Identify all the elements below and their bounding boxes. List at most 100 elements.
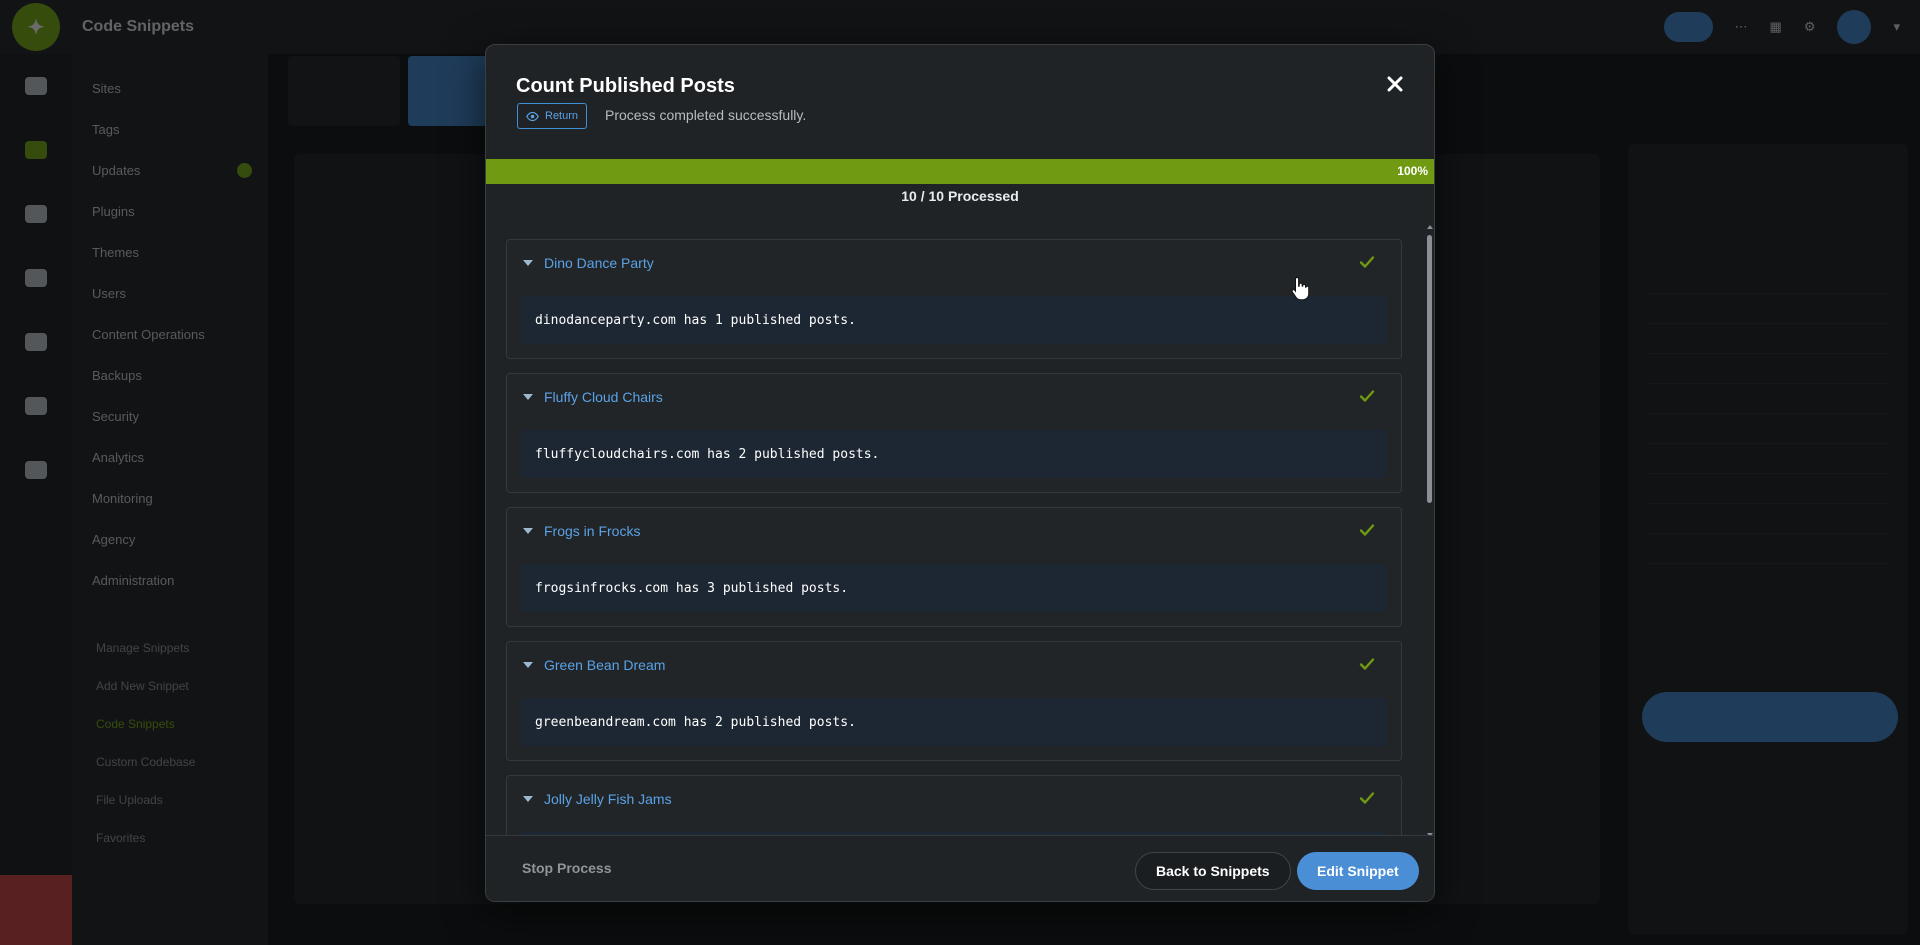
site-row bbox=[1648, 324, 1888, 354]
top-menu-item: ⋯ bbox=[1734, 19, 1748, 34]
modal-header: Count Published Posts Return Process com… bbox=[486, 45, 1434, 159]
subnav-sub-item: Add New Snippet bbox=[96, 679, 189, 693]
result-header[interactable]: Dino Dance Party bbox=[507, 240, 1401, 286]
result-item: Frogs in Frocks frogsinfrocks.com has 3 … bbox=[506, 507, 1402, 627]
results-list[interactable]: Dino Dance Party dinodanceparty.com has … bbox=[506, 239, 1402, 837]
subnav-item: Content Operations bbox=[92, 327, 205, 342]
app-logo: ✦ bbox=[12, 3, 60, 51]
return-button[interactable]: Return bbox=[517, 103, 588, 129]
run-snippet-button bbox=[1642, 692, 1898, 742]
check-icon bbox=[1359, 524, 1375, 536]
caret-down-icon bbox=[523, 260, 533, 266]
caret-down-icon bbox=[523, 528, 533, 534]
subnav-item: Themes bbox=[92, 245, 139, 260]
rail-icon bbox=[25, 141, 47, 159]
top-pill-button bbox=[1663, 12, 1713, 42]
eye-icon bbox=[526, 111, 539, 121]
rail-item bbox=[0, 246, 72, 310]
result-header[interactable]: Green Bean Dream bbox=[507, 642, 1401, 688]
status-message: Process completed successfully. bbox=[605, 107, 807, 123]
result-site-name: Fluffy Cloud Chairs bbox=[544, 389, 663, 405]
process-modal: Count Published Posts Return Process com… bbox=[485, 44, 1435, 902]
site-select-panel bbox=[1628, 144, 1908, 934]
result-output: greenbeandream.com has 2 published posts… bbox=[521, 698, 1387, 746]
tab-snippets bbox=[288, 56, 400, 126]
close-button[interactable] bbox=[1384, 73, 1406, 95]
sub-navigation: Sites Tags Updates Plugins Themes Users … bbox=[72, 54, 268, 945]
result-site-name: Frogs in Frocks bbox=[544, 523, 641, 539]
progress-bar-fill bbox=[486, 159, 1434, 184]
scroll-up-arrow-icon[interactable] bbox=[1427, 225, 1433, 229]
result-item: Dino Dance Party dinodanceparty.com has … bbox=[506, 239, 1402, 359]
back-to-snippets-button[interactable]: Back to Snippets bbox=[1135, 852, 1291, 890]
modal-footer: Stop Process Back to Snippets Edit Snipp… bbox=[486, 835, 1434, 901]
result-item: Fluffy Cloud Chairs fluffycloudchairs.co… bbox=[506, 373, 1402, 493]
site-row bbox=[1648, 414, 1888, 444]
check-icon bbox=[1359, 390, 1375, 402]
rail-icon bbox=[25, 461, 47, 479]
result-output: fluffycloudchairs.com has 2 published po… bbox=[521, 430, 1387, 478]
site-row bbox=[1648, 474, 1888, 504]
subnav-item: Analytics bbox=[92, 450, 145, 465]
site-row bbox=[1648, 504, 1888, 534]
subnav-item: Plugins bbox=[92, 204, 135, 219]
caret-down-icon bbox=[523, 796, 533, 802]
result-output: dinodanceparty.com has 1 published posts… bbox=[521, 296, 1387, 344]
result-site-name: Jolly Jelly Fish Jams bbox=[544, 791, 672, 807]
results-scrollbar[interactable] bbox=[1427, 225, 1433, 837]
site-row bbox=[1648, 384, 1888, 414]
subnav-item: Users bbox=[92, 286, 126, 301]
subnav-item: Agency bbox=[92, 532, 136, 547]
subnav-item: Security bbox=[92, 409, 139, 424]
result-item: Jolly Jelly Fish Jams bbox=[506, 775, 1402, 837]
result-header[interactable]: Fluffy Cloud Chairs bbox=[507, 374, 1401, 420]
update-count-badge bbox=[237, 163, 252, 178]
rail-bottom-badge bbox=[0, 875, 72, 945]
subnav-item: Backups bbox=[92, 368, 142, 383]
subnav-sub-item: Manage Snippets bbox=[96, 641, 190, 655]
return-button-label: Return bbox=[545, 110, 579, 122]
result-output: frogsinfrocks.com has 3 published posts. bbox=[521, 564, 1387, 612]
result-item: Green Bean Dream greenbeandream.com has … bbox=[506, 641, 1402, 761]
site-row bbox=[1648, 534, 1888, 564]
subnav-sub-item: Custom Codebase bbox=[96, 755, 196, 769]
rail-icon bbox=[25, 77, 47, 95]
rail-item bbox=[0, 54, 72, 118]
edit-snippet-button[interactable]: Edit Snippet bbox=[1297, 852, 1419, 890]
avatar bbox=[1837, 10, 1872, 44]
app-title: Code Snippets bbox=[82, 18, 195, 35]
subnav-item-label: Updates bbox=[92, 163, 141, 178]
result-header[interactable]: Jolly Jelly Fish Jams bbox=[507, 776, 1401, 822]
subnav-sub-item: Favorites bbox=[96, 831, 146, 845]
rail-icon bbox=[25, 333, 47, 351]
subnav-sub-item: File Uploads bbox=[96, 793, 163, 807]
result-header[interactable]: Frogs in Frocks bbox=[507, 508, 1401, 554]
rail-item bbox=[0, 118, 72, 182]
grid-icon: ▦ bbox=[1769, 19, 1782, 34]
chevron-down-icon: ▾ bbox=[1893, 19, 1900, 34]
check-icon bbox=[1359, 658, 1375, 670]
progress-percent: 100% bbox=[1397, 164, 1428, 178]
subnav-item: Administration bbox=[92, 573, 175, 588]
hand-cursor-icon bbox=[1291, 276, 1309, 300]
caret-down-icon bbox=[523, 394, 533, 400]
scroll-thumb[interactable] bbox=[1427, 235, 1432, 503]
result-site-name: Dino Dance Party bbox=[544, 255, 654, 271]
icon-rail bbox=[0, 54, 72, 945]
progress-bar: 100% bbox=[486, 159, 1434, 184]
caret-down-icon bbox=[523, 662, 533, 668]
rail-icon bbox=[25, 205, 47, 223]
site-row bbox=[1648, 294, 1888, 324]
site-row bbox=[1648, 264, 1888, 294]
check-icon bbox=[1359, 256, 1375, 268]
site-row bbox=[1648, 354, 1888, 384]
subnav-sub-item: Code Snippets bbox=[96, 717, 175, 731]
stop-process-button[interactable]: Stop Process bbox=[522, 860, 611, 876]
rail-icon bbox=[25, 269, 47, 287]
rail-icon bbox=[25, 397, 47, 415]
rail-item bbox=[0, 374, 72, 438]
rail-item bbox=[0, 182, 72, 246]
subnav-item: Tags bbox=[92, 122, 120, 137]
subnav-item: Monitoring bbox=[92, 491, 153, 506]
rail-item bbox=[0, 310, 72, 374]
